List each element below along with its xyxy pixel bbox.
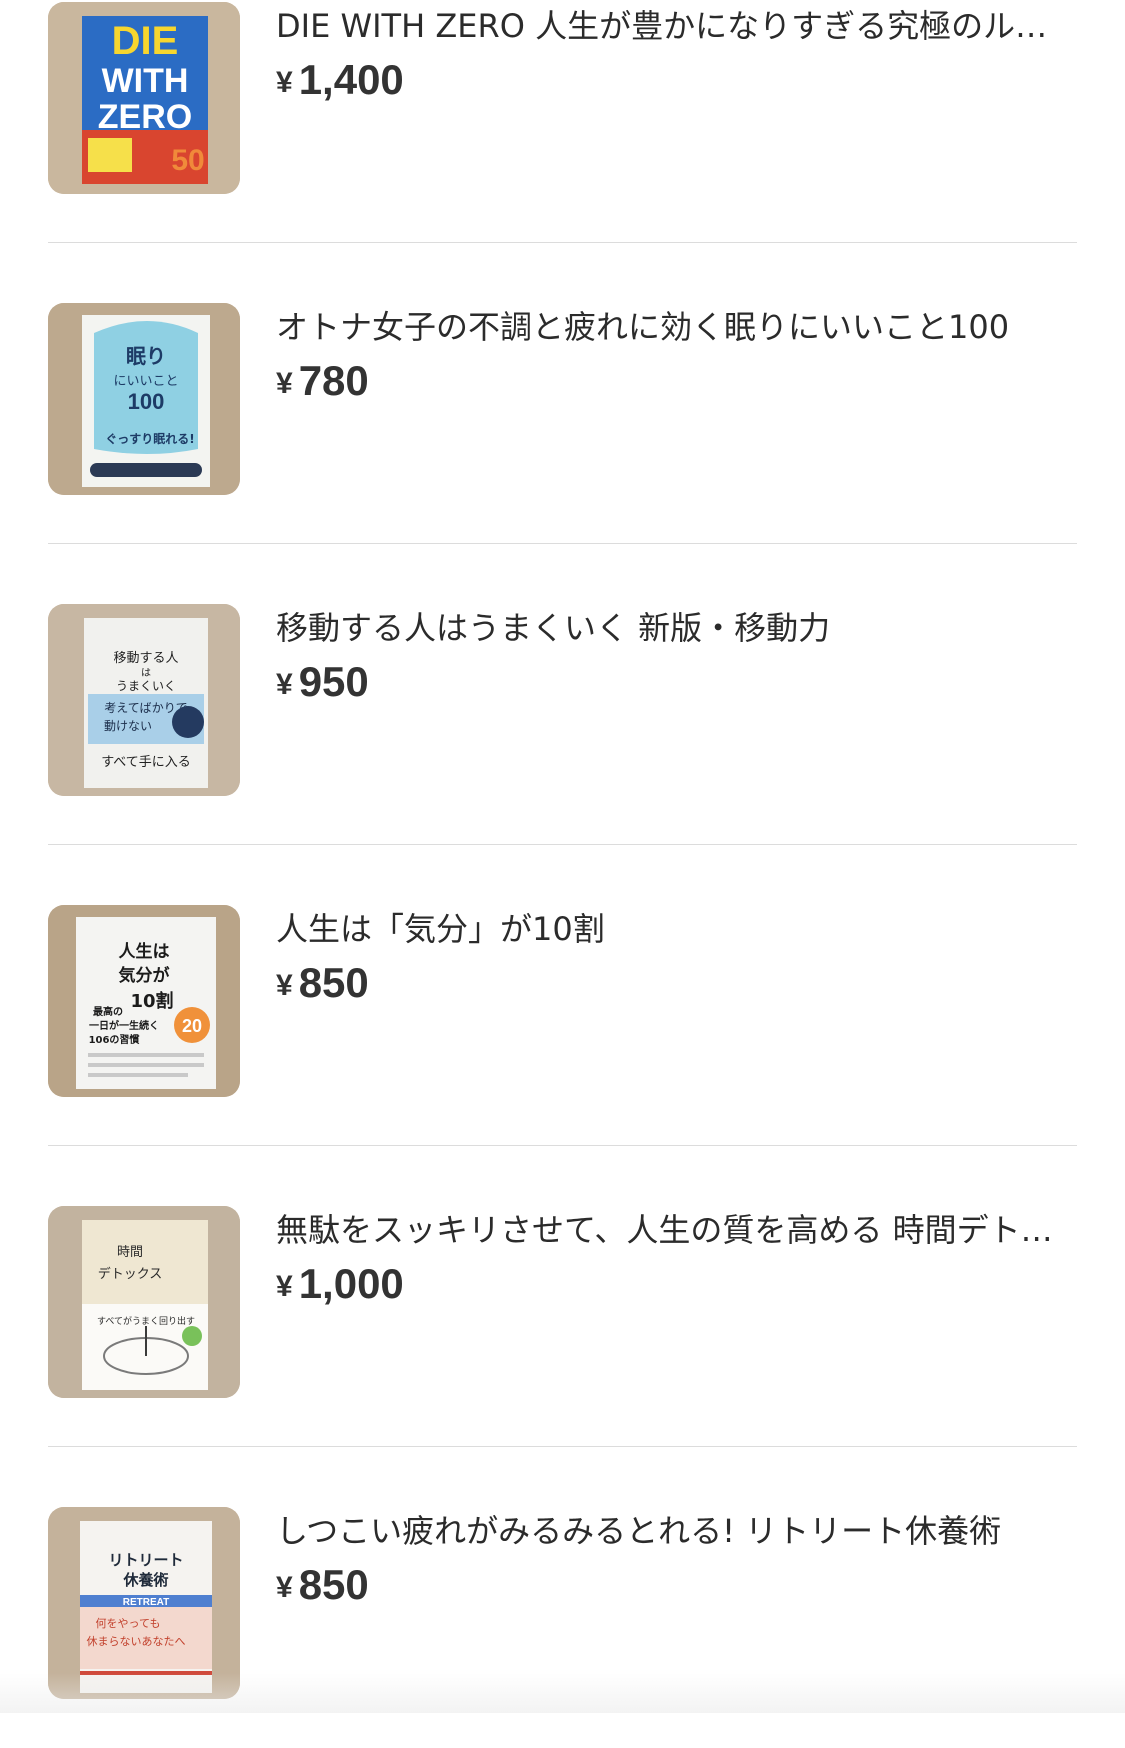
- cover-title-line: 時間: [117, 1245, 143, 1260]
- cover-title-line: ZERO: [98, 98, 192, 136]
- bottom-fade: [0, 1673, 1125, 1713]
- list-item[interactable]: 人生は 気分が 10割 最高の 一日が一生続く 106の習慣 20 人生は「気分…: [48, 845, 1077, 1146]
- list-item[interactable]: 移動する人 は うまくいく 考えてばかりで 動けない すべて手に入る 移動する人…: [48, 544, 1077, 845]
- book-cover-image[interactable]: DIE WITH ZERO 50: [48, 2, 240, 194]
- item-price: ¥850: [276, 959, 369, 1010]
- cover-title-line: RETREAT: [123, 1597, 169, 1608]
- item-title[interactable]: 移動する人はうまくいく 新版・移動力: [276, 606, 1066, 650]
- currency-symbol: ¥: [276, 969, 293, 1002]
- currency-symbol: ¥: [276, 1571, 293, 1604]
- cover-title-line: 移動する人: [113, 651, 178, 666]
- cover-title-line: 100: [128, 389, 165, 414]
- cover-title-line: すべて手に入る: [101, 755, 191, 770]
- item-title[interactable]: しつこい疲れがみるみるとれる! リトリート休養術: [276, 1509, 1066, 1553]
- list-item[interactable]: 時間 デトックス すべてがうまく回り出す 無駄をスッキリさせて、人生の質を高める…: [48, 1146, 1077, 1447]
- price-value: 850: [298, 1561, 369, 1608]
- item-price: ¥1,000: [276, 1260, 404, 1311]
- cover-title-line: 休まらないあなたへ: [87, 1635, 186, 1648]
- currency-symbol: ¥: [276, 66, 293, 99]
- cover-title-line: 気分が: [118, 965, 170, 986]
- cover-title-line: 休養術: [122, 1571, 168, 1589]
- cover-title-line: DIE: [112, 19, 179, 63]
- item-title[interactable]: 人生は「気分」が10割: [276, 907, 1066, 951]
- currency-symbol: ¥: [276, 668, 293, 701]
- cover-title-line: にいいこと: [113, 374, 178, 389]
- cover-title-line: リトリート: [108, 1551, 183, 1569]
- price-value: 850: [298, 959, 369, 1006]
- item-price: ¥1,400: [276, 56, 404, 107]
- cover-title-line: は: [141, 667, 151, 679]
- currency-symbol: ¥: [276, 1270, 293, 1303]
- item-price: ¥850: [276, 1561, 369, 1612]
- price-value: 1,400: [298, 56, 404, 103]
- currency-symbol: ¥: [276, 367, 293, 400]
- cover-title-line: 一日が一生続く: [89, 1019, 159, 1032]
- item-title[interactable]: 無駄をスッキリさせて、人生の質を高める 時間デトックス: [276, 1208, 1066, 1252]
- price-value: 950: [298, 658, 369, 705]
- item-price: ¥780: [276, 357, 369, 408]
- book-cover-image[interactable]: 移動する人 は うまくいく 考えてばかりで 動けない すべて手に入る: [48, 604, 240, 796]
- cover-title-line: 何をやっても: [96, 1617, 161, 1630]
- cover-title-line: すべてがうまく回り出す: [97, 1315, 195, 1327]
- cover-title-line: ぐっすり眠れる!: [105, 432, 194, 446]
- cover-title-line: 106の習慣: [89, 1033, 140, 1046]
- cover-title-line: 動けない: [104, 719, 152, 733]
- cover-title-line: WITH: [102, 62, 189, 100]
- cover-title-line: 眠り: [126, 344, 166, 368]
- price-value: 1,000: [298, 1260, 404, 1307]
- book-cover-image[interactable]: 眠り にいいこと 100 ぐっすり眠れる!: [48, 303, 240, 495]
- cover-title-line: デトックス: [98, 1266, 163, 1282]
- book-cover-image[interactable]: 人生は 気分が 10割 最高の 一日が一生続く 106の習慣 20: [48, 905, 240, 1097]
- list-item[interactable]: 眠り にいいこと 100 ぐっすり眠れる! オトナ女子の不調と疲れに効く眠りにい…: [48, 243, 1077, 544]
- svg-text:50: 50: [171, 144, 204, 177]
- cover-title-line: 20: [182, 1016, 202, 1036]
- book-cover-image[interactable]: 時間 デトックス すべてがうまく回り出す: [48, 1206, 240, 1398]
- item-title[interactable]: DIE WITH ZERO 人生が豊かになりすぎる究極のルール: [276, 4, 1066, 48]
- cover-title-line: うまくいく: [116, 679, 176, 693]
- cover-title-line: 最高の: [93, 1005, 123, 1018]
- cover-title-line: 人生は: [119, 941, 170, 962]
- item-price: ¥950: [276, 658, 369, 709]
- item-title[interactable]: オトナ女子の不調と疲れに効く眠りにいいこと100: [276, 305, 1066, 349]
- cover-title-line: 10割: [130, 990, 173, 1012]
- list-item[interactable]: DIE WITH ZERO 50 DIE WITH ZERO 人生が豊かになりす…: [48, 0, 1077, 243]
- book-cover-image[interactable]: リトリート 休養術 RETREAT 何をやっても 休まらないあなたへ: [48, 1507, 240, 1699]
- price-value: 780: [298, 357, 369, 404]
